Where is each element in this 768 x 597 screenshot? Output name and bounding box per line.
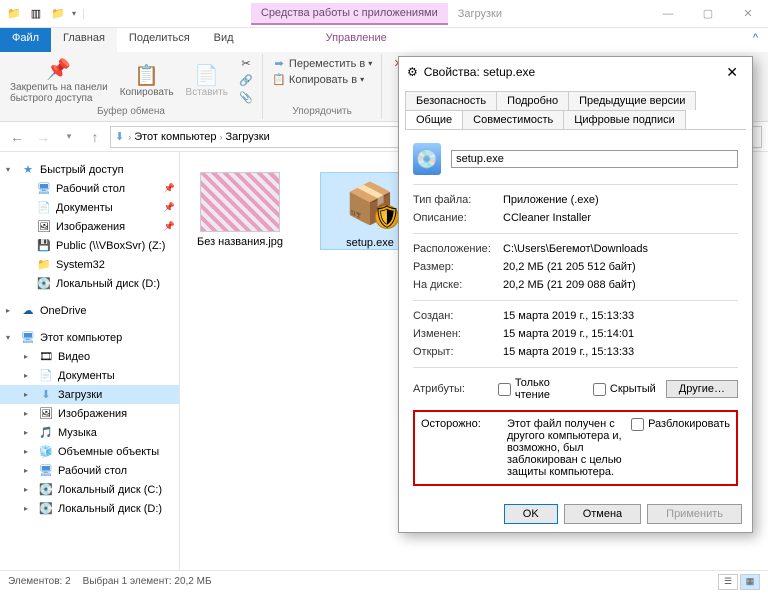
crumb-folder[interactable]: Загрузки (225, 131, 269, 143)
tree-public[interactable]: 💾Public (\\VBoxSvr) (Z:) (0, 236, 179, 255)
titlebar: 📁 ▥ 📁 ▾ | Средства работы с приложениями… (0, 0, 768, 28)
properties-dialog: ⚙ Свойства: setup.exe ✕ Безопасность Под… (398, 56, 753, 533)
tree-local-d[interactable]: 💽Локальный диск (D:) (0, 274, 179, 293)
modified-value: 15 марта 2019 г., 15:14:01 (503, 328, 738, 340)
file-name: setup.exe (346, 237, 394, 249)
tab-home[interactable]: Главная (51, 28, 117, 52)
navigation-tree: ▾★Быстрый доступ 🖥Рабочий стол📌 📄Докумен… (0, 152, 180, 570)
selection-info: Выбран 1 элемент: 20,2 МБ (83, 576, 212, 587)
security-warning-box: Осторожно: Этот файл получен с другого к… (413, 410, 738, 486)
paste-shortcut-button[interactable]: 📎 (236, 90, 256, 105)
tree-disk-c[interactable]: ▸💽Локальный диск (C:) (0, 480, 179, 499)
tab-view[interactable]: Вид (202, 28, 246, 52)
description-value: CCleaner Installer (503, 212, 738, 224)
qat-dropdown-icon[interactable]: ▾ (72, 9, 76, 18)
filetype-value: Приложение (.exe) (503, 194, 738, 206)
dialog-buttons: OK Отмена Применить (399, 496, 752, 532)
copy-path-button[interactable]: 🔗 (236, 73, 256, 88)
forward-button[interactable]: → (32, 126, 54, 148)
status-bar: Элементов: 2 Выбран 1 элемент: 20,2 МБ ☰… (0, 570, 768, 592)
clipboard-group-label: Буфер обмена (6, 106, 256, 117)
warning-text: Этот файл получен с другого компьютера и… (507, 418, 625, 478)
cancel-button[interactable]: Отмена (564, 504, 641, 524)
window-title: Загрузки (458, 8, 502, 20)
dialog-body: 💿 Тип файла:Приложение (.exe) Описание:C… (405, 129, 746, 496)
dialog-close-button[interactable]: ✕ (720, 64, 744, 81)
unblock-checkbox[interactable]: Разблокировать (631, 418, 730, 478)
tree-disk-d[interactable]: ▸💽Локальный диск (D:) (0, 499, 179, 518)
tree-videos[interactable]: ▸🎞Видео (0, 347, 179, 366)
ribbon-collapse-icon[interactable]: ^ (743, 28, 768, 52)
copyto-button[interactable]: 📋Копировать в▾ (269, 72, 375, 87)
tree-desktop[interactable]: 🖥Рабочий стол📌 (0, 179, 179, 198)
tab-previous[interactable]: Предыдущие версии (568, 91, 696, 110)
folder-open-icon[interactable]: 📁 (50, 6, 66, 22)
tab-signatures[interactable]: Цифровые подписи (563, 110, 686, 129)
tab-share[interactable]: Поделиться (117, 28, 202, 52)
tree-this-pc[interactable]: ▾🖥Этот компьютер (0, 328, 179, 347)
other-attrs-button[interactable]: Другие… (666, 380, 738, 398)
tree-3d-objects[interactable]: ▸🧊Объемные объекты (0, 442, 179, 461)
apply-button[interactable]: Применить (647, 504, 742, 524)
moveto-button[interactable]: ➡Переместить в▾ (269, 56, 375, 71)
organize-group-label: Упорядочить (269, 106, 375, 117)
tree-pics2[interactable]: ▸🖼Изображения (0, 404, 179, 423)
folder-icon: 📁 (6, 6, 22, 22)
tab-file[interactable]: Файл (0, 28, 51, 52)
readonly-checkbox[interactable]: Только чтение (498, 377, 583, 401)
warning-label: Осторожно: (421, 418, 501, 478)
tab-compat[interactable]: Совместимость (462, 110, 564, 129)
tab-security[interactable]: Безопасность (405, 91, 497, 110)
tree-docs2[interactable]: ▸📄Документы (0, 366, 179, 385)
minimize-button[interactable]: — (648, 0, 688, 28)
ribbon-tabs: Файл Главная Поделиться Вид Управление ^ (0, 28, 768, 52)
filename-input[interactable] (451, 150, 738, 168)
opened-value: 15 марта 2019 г., 15:13:33 (503, 346, 738, 358)
file-item-image[interactable]: Без названия.jpg (190, 172, 290, 248)
up-button[interactable]: ↑ (84, 126, 106, 148)
tree-system32[interactable]: 📁System32 (0, 255, 179, 274)
paste-button[interactable]: 📄Вставить (182, 63, 232, 98)
close-button[interactable]: ✕ (728, 0, 768, 28)
size-value: 20,2 МБ (21 205 512 байт) (503, 261, 738, 273)
icons-view-button[interactable]: ▦ (740, 574, 760, 590)
image-thumbnail (200, 172, 280, 232)
location-value: C:\Users\Бегемот\Downloads (503, 243, 738, 255)
copy-button[interactable]: 📋Копировать (116, 63, 178, 98)
tree-pictures[interactable]: 🖼Изображения📌 (0, 217, 179, 236)
pin-button[interactable]: 📌Закрепить на панели быстрого доступа (6, 58, 112, 104)
tree-downloads[interactable]: ▸⬇Загрузки (0, 385, 179, 404)
item-count: Элементов: 2 (8, 576, 71, 587)
tree-desk2[interactable]: ▸🖥Рабочий стол (0, 461, 179, 480)
hidden-checkbox[interactable]: Скрытый (593, 383, 656, 396)
crumb-root[interactable]: Этот компьютер (134, 131, 216, 143)
ok-button[interactable]: OK (504, 504, 558, 524)
disk-size-value: 20,2 МБ (21 209 088 байт) (503, 279, 738, 291)
recent-button[interactable]: ▾ (58, 126, 80, 148)
dialog-titlebar[interactable]: ⚙ Свойства: setup.exe ✕ (399, 57, 752, 87)
dialog-tabs: Безопасность Подробно Предыдущие версии … (399, 87, 752, 129)
tab-details[interactable]: Подробно (496, 91, 569, 110)
tree-documents[interactable]: 📄Документы📌 (0, 198, 179, 217)
tree-onedrive[interactable]: ▸☁OneDrive (0, 301, 179, 320)
properties-icon[interactable]: ▥ (28, 6, 44, 22)
download-icon: ⬇ (115, 130, 124, 143)
tab-manage[interactable]: Управление (314, 28, 399, 52)
tree-music[interactable]: ▸🎵Музыка (0, 423, 179, 442)
maximize-button[interactable]: ▢ (688, 0, 728, 28)
tab-general[interactable]: Общие (405, 110, 463, 129)
file-name: Без названия.jpg (197, 236, 283, 248)
contextual-tab-label: Средства работы с приложениями (251, 3, 448, 25)
details-view-button[interactable]: ☰ (718, 574, 738, 590)
disc-icon: 💿 (413, 143, 441, 175)
cut-button[interactable]: ✂ (236, 56, 256, 71)
dialog-title: Свойства: setup.exe (424, 65, 535, 79)
back-button[interactable]: ← (6, 126, 28, 148)
created-value: 15 марта 2019 г., 15:13:33 (503, 310, 738, 322)
tree-quick-access[interactable]: ▾★Быстрый доступ (0, 160, 179, 179)
app-small-icon: ⚙ (407, 65, 418, 79)
